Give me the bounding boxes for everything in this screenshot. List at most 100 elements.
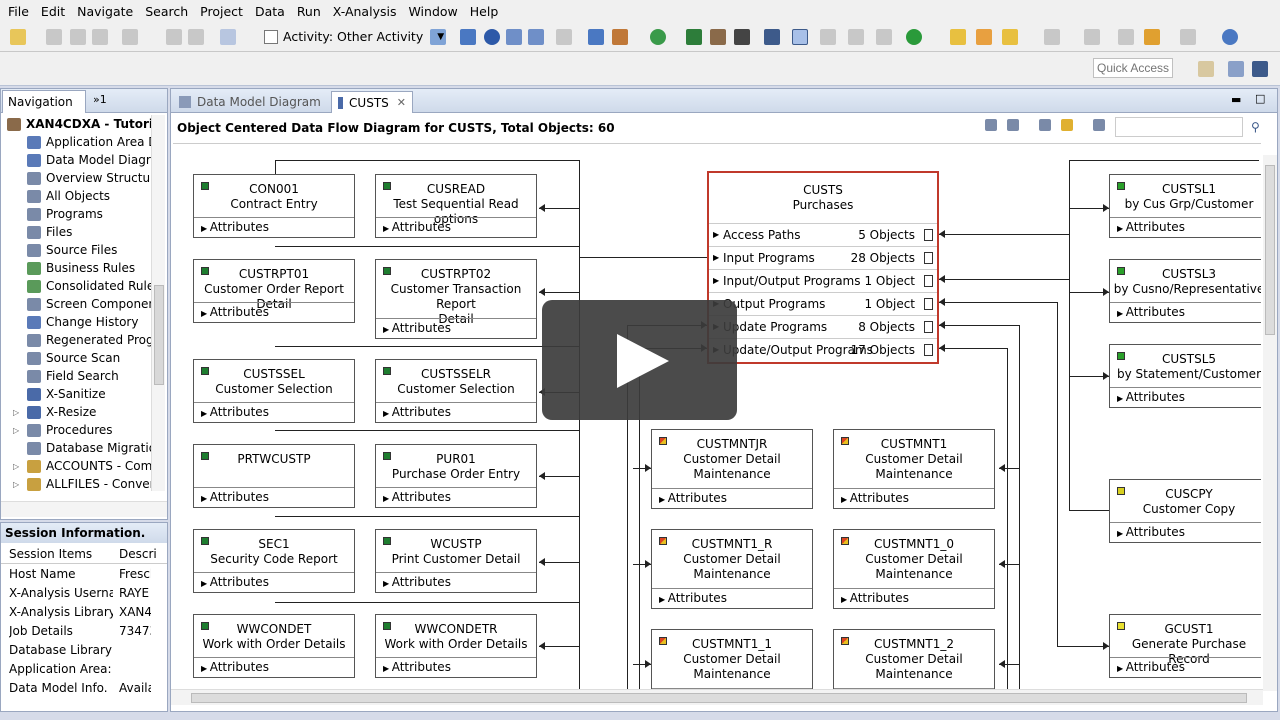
program-node[interactable]: CUSTMNTJR Customer Detail Maintenance ▶ Att… <box>651 429 813 509</box>
attributes-expander[interactable]: ▶ Attributes <box>1110 302 1261 322</box>
program-node[interactable]: WWCONDET Work with Order Details ▶ Attribu… <box>193 614 355 678</box>
program-node[interactable]: CUSTSL5 by Statement/Customer ▶ Attributes <box>1109 344 1261 408</box>
annotate-icon[interactable] <box>1002 29 1018 45</box>
sync-icon[interactable] <box>1222 29 1238 45</box>
folder-icon[interactable] <box>976 29 992 45</box>
attributes-expander[interactable]: ▶ Attributes <box>194 302 354 322</box>
program-node[interactable]: CUSTMNT1_1Customer DetailMaintenance▶ At… <box>651 629 813 689</box>
attributes-expander[interactable]: ▶ Attributes <box>194 572 354 592</box>
session-row[interactable]: Host Name Fresch <box>1 565 151 584</box>
program-node[interactable]: GCUST1 Generate Purchase Record ▶ Attribut… <box>1109 614 1261 678</box>
layout-icon[interactable] <box>1061 119 1073 131</box>
relation-row[interactable]: ▶ Access Paths 5 Objects <box>709 223 937 246</box>
program-node[interactable]: CUSTRPT01 Customer Order Report Detail ▶ A… <box>193 259 355 323</box>
program-node[interactable]: CUSCPY Customer Copy ▶ Attributes <box>1109 479 1261 543</box>
session-row[interactable]: X-Analysis Userna... RAYE <box>1 584 151 603</box>
scroll-thumb[interactable] <box>191 693 1247 703</box>
open-perspective-icon[interactable] <box>1198 61 1214 77</box>
nav-item[interactable]: ▷ Procedures <box>13 421 113 439</box>
nav-item[interactable]: Source Files <box>27 241 117 259</box>
session-row[interactable]: X-Analysis Library XAN4 <box>1 603 151 622</box>
attributes-expander[interactable]: ▶ Attributes <box>194 402 354 422</box>
nav-item[interactable]: Field Search <box>27 367 119 385</box>
new-icon[interactable] <box>10 29 26 45</box>
binoculars-icon[interactable]: ⚲ <box>1251 120 1260 134</box>
attributes-expander[interactable]: ▶ Attributes <box>376 318 536 338</box>
program-node[interactable]: WCUSTP Print Customer Detail ▶ Attributes <box>375 529 537 593</box>
column-session-items[interactable]: Session Items <box>9 547 92 561</box>
chevron-right-icon[interactable]: ▷ <box>13 426 19 435</box>
nav-item[interactable]: ASTECH <box>27 493 94 495</box>
nav-item[interactable]: Programs <box>27 205 103 223</box>
program-node[interactable]: CUSTMNT1_0 Customer Detail Maintenance ▶ At… <box>833 529 995 609</box>
nav-item[interactable]: X-Sanitize <box>27 385 106 403</box>
nav-item[interactable]: Database Migration <box>27 439 151 457</box>
activity-selector[interactable]: Activity: Other Activity ▼ <box>264 29 444 44</box>
nav-item[interactable]: Business Rules <box>27 259 135 277</box>
menu-window[interactable]: Window <box>402 4 463 19</box>
program-node[interactable]: CUSTSL3 by Cusno/Representative ▶ Attribut… <box>1109 259 1261 323</box>
save-all-icon[interactable] <box>70 29 86 45</box>
maximize-icon[interactable]: □ <box>1255 92 1265 105</box>
menu-navigate[interactable]: Navigate <box>71 4 139 19</box>
tree-icon[interactable] <box>686 29 702 45</box>
attributes-expander[interactable]: ▶ Attributes <box>376 487 536 507</box>
xanalysis-perspective-icon[interactable] <box>1252 61 1268 77</box>
nav-item[interactable]: Application Area D <box>27 133 151 151</box>
expand-icon[interactable] <box>556 29 572 45</box>
scroll-thumb[interactable] <box>154 285 164 385</box>
attributes-expander[interactable]: ▶ Attributes <box>1110 522 1261 542</box>
nav-item[interactable]: ▷ ALLFILES - Convers <box>13 475 151 493</box>
program-node[interactable]: CON001 Contract Entry ▶ Attributes <box>193 174 355 238</box>
nav-item[interactable]: Data Model Diagra <box>27 151 151 169</box>
nav-item[interactable]: Regenerated Progr <box>27 331 151 349</box>
clipboard-icon[interactable] <box>820 29 836 45</box>
menu-file[interactable]: File <box>2 4 35 19</box>
session-row[interactable]: Application Area: <box>1 660 151 679</box>
nav-item[interactable]: Files <box>27 223 72 241</box>
tab-custs[interactable]: CUSTS ✕ <box>331 91 413 113</box>
nav-item[interactable]: ▷ X-Resize <box>13 403 96 421</box>
program-node[interactable]: CUSTMNT1_R Customer Detail Maintenance ▶ At… <box>651 529 813 609</box>
refresh-icon[interactable] <box>1039 119 1051 131</box>
menu-run[interactable]: Run <box>291 4 327 19</box>
attributes-expander[interactable]: ▶ Attributes <box>834 588 994 608</box>
view-icon[interactable] <box>792 29 808 45</box>
last-edit-icon[interactable] <box>1118 29 1134 45</box>
program-node[interactable]: CUSTMNT1_2Customer DetailMaintenance▶ At… <box>833 629 995 689</box>
diagram-hscrollbar[interactable] <box>171 689 1263 705</box>
attributes-expander[interactable]: ▶ Attributes <box>834 488 994 508</box>
session-row[interactable]: Database Library <box>1 641 151 660</box>
home-icon[interactable] <box>220 29 236 45</box>
diagram-search-input[interactable] <box>1115 117 1243 137</box>
column-description[interactable]: Descri <box>119 547 157 561</box>
quick-access-input[interactable] <box>1093 58 1173 78</box>
attributes-expander[interactable]: ▶ Attributes <box>376 217 536 237</box>
diagram-vscrollbar[interactable] <box>1263 155 1277 691</box>
print-icon[interactable] <box>92 29 108 45</box>
custs-file-node[interactable]: CUSTS Purchases ▶ Access Paths 5 Objects ▶ I… <box>707 171 939 364</box>
perspective-icon[interactable] <box>1228 61 1244 77</box>
relation-row[interactable]: ▶Update/Output Programs17 Objects <box>709 338 937 361</box>
minimize-icon[interactable]: ▬ <box>1231 93 1241 106</box>
nav-item[interactable]: XAN4CDXA - Tutorial <box>7 115 151 133</box>
nav-item[interactable]: ▷ ACCOUNTS - Com <box>13 457 151 475</box>
tools-icon[interactable] <box>710 29 726 45</box>
attributes-expander[interactable]: ▶ Attributes <box>376 572 536 592</box>
relation-row[interactable]: ▶ Input Programs 28 Objects <box>709 246 937 269</box>
video-play-button[interactable] <box>542 300 737 420</box>
attributes-expander[interactable]: ▶ Attributes <box>1110 387 1261 407</box>
program-node[interactable]: CUSTSSEL Customer Selection ▶ Attributes <box>193 359 355 423</box>
tab-overflow[interactable]: »1 <box>93 93 107 106</box>
menu-data[interactable]: Data <box>249 4 291 19</box>
nav-item[interactable]: Overview Structure <box>27 169 151 187</box>
nav-item[interactable]: Screen Componen <box>27 295 151 313</box>
list-icon[interactable] <box>848 29 864 45</box>
program-node[interactable]: PRTWCUSTP ▶ Attributes <box>193 444 355 508</box>
navigation-vscrollbar[interactable] <box>151 115 165 491</box>
navigation-hscrollbar[interactable] <box>1 501 167 517</box>
nav-icon[interactable] <box>1044 29 1060 45</box>
debug-icon[interactable] <box>906 29 922 45</box>
redo-icon[interactable] <box>188 29 204 45</box>
attributes-expander[interactable]: ▶ Attributes <box>194 217 354 237</box>
